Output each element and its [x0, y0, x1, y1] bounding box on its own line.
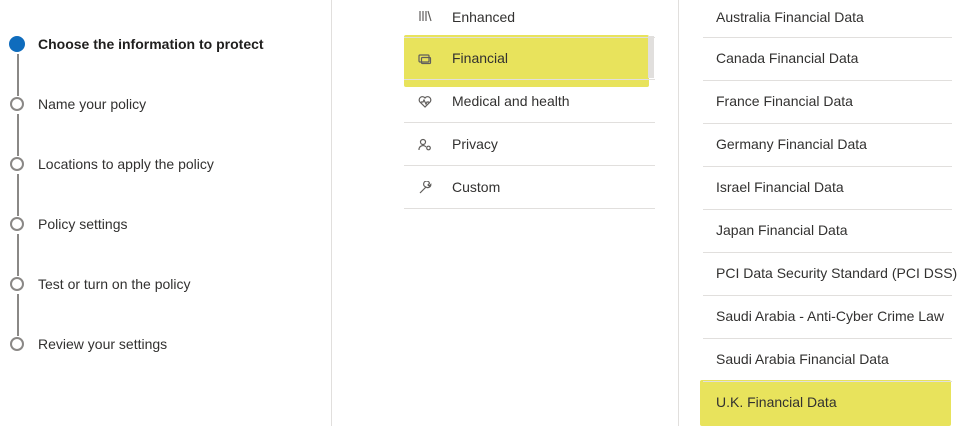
template-label: Saudi Arabia Financial Data [716, 351, 889, 367]
template-label: U.K. Financial Data [716, 394, 837, 410]
category-label: Privacy [452, 136, 498, 152]
template-item[interactable]: Israel Financial Data [703, 167, 952, 210]
step-connector [17, 114, 19, 156]
step-label: Review your settings [38, 336, 168, 352]
template-label: PCI Data Security Standard (PCI DSS) [716, 265, 958, 281]
person-key-icon [418, 138, 432, 152]
wizard-steps: Choose the information to protect Name y… [0, 0, 330, 426]
template-item[interactable]: Australia Financial Data [703, 0, 952, 38]
step-indicator [10, 157, 24, 171]
template-label: Israel Financial Data [716, 179, 844, 195]
category-custom[interactable]: Custom [404, 167, 655, 209]
panel-divider [678, 0, 679, 426]
step-indicator [10, 337, 24, 351]
category-scrollbar[interactable] [648, 36, 654, 78]
step-connector [17, 174, 19, 216]
step-connector [17, 54, 19, 96]
credit-card-icon [418, 52, 432, 66]
template-item[interactable]: Canada Financial Data [703, 38, 952, 81]
step-label: Policy settings [38, 216, 128, 232]
panel-divider [331, 0, 332, 426]
step-label: Choose the information to protect [38, 36, 264, 52]
category-label: Custom [452, 179, 501, 195]
template-label: Saudi Arabia - Anti-Cyber Crime Law [716, 308, 944, 324]
step-indicator [10, 217, 24, 231]
template-label: Australia Financial Data [716, 9, 864, 25]
category-medical-health[interactable]: Medical and health [404, 81, 655, 123]
template-item[interactable]: PCI Data Security Standard (PCI DSS) [703, 253, 957, 296]
category-enhanced[interactable]: Enhanced [404, 0, 655, 38]
template-label: Japan Financial Data [716, 222, 848, 238]
wrench-icon [418, 180, 432, 195]
heart-pulse-icon [418, 95, 432, 109]
category-label: Enhanced [452, 9, 516, 25]
template-item[interactable]: Saudi Arabia Financial Data [703, 339, 952, 382]
template-item[interactable]: France Financial Data [703, 81, 952, 124]
template-item[interactable]: Japan Financial Data [703, 210, 952, 253]
category-label: Financial [452, 50, 509, 66]
step-label: Locations to apply the policy [38, 156, 214, 172]
step-connector [17, 294, 19, 336]
step-current-indicator [9, 36, 25, 52]
template-label: Germany Financial Data [716, 136, 867, 152]
books-icon [418, 9, 432, 23]
template-item[interactable]: Saudi Arabia - Anti-Cyber Crime Law [703, 296, 952, 339]
step-indicator [10, 277, 24, 291]
step-indicator [10, 97, 24, 111]
category-label: Medical and health [452, 93, 570, 109]
template-item[interactable]: Germany Financial Data [703, 124, 952, 167]
step-label: Test or turn on the policy [38, 276, 191, 292]
step-label: Name your policy [38, 96, 147, 112]
category-privacy[interactable]: Privacy [404, 124, 655, 166]
template-label: France Financial Data [716, 93, 853, 109]
step-connector [17, 234, 19, 276]
template-item[interactable]: U.K. Financial Data [703, 382, 952, 425]
category-financial[interactable]: Financial [404, 38, 655, 80]
template-label: Canada Financial Data [716, 50, 859, 66]
